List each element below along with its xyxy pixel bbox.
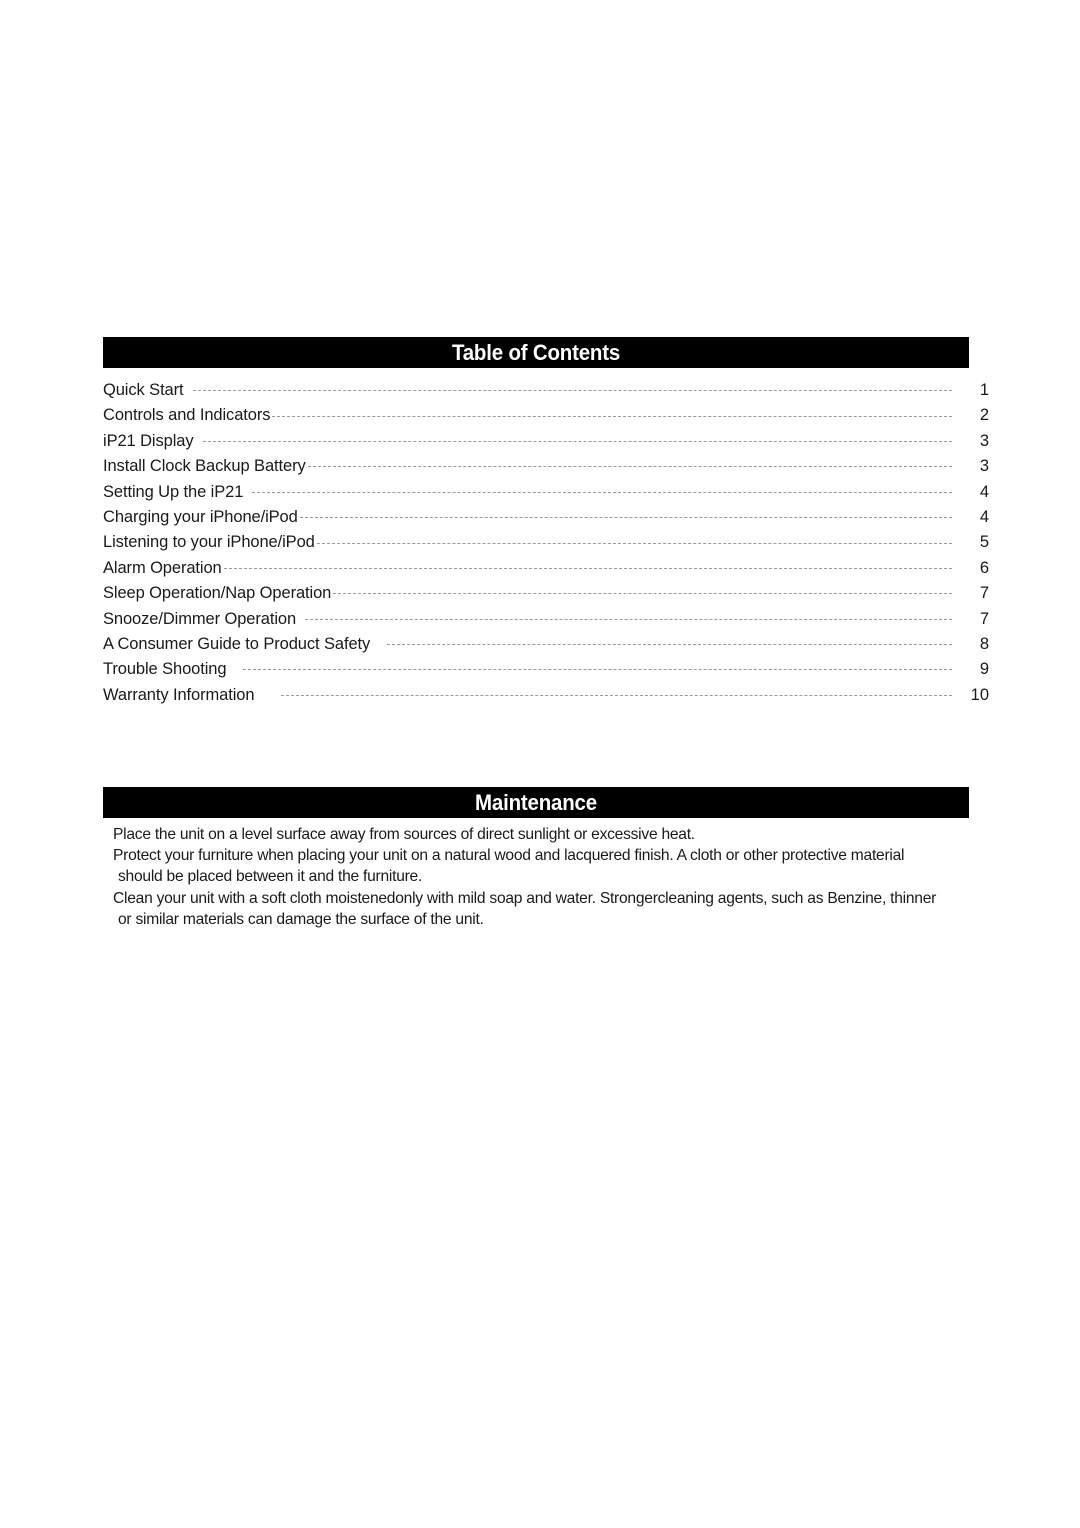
toc-entry-label: iP21 Display: [103, 431, 194, 450]
toc-leader-dots: [202, 440, 952, 442]
toc-leader-dots: [281, 694, 952, 696]
table-of-contents-heading: Table of Contents: [451, 340, 621, 365]
maintenance-paragraph-line: Protect your furniture when placing your…: [113, 847, 905, 865]
toc-leader-dots: [192, 390, 952, 392]
toc-entry-warranty-information[interactable]: Warranty Information 10: [103, 683, 989, 708]
toc-entry-label: Listening to your iPhone/iPod: [103, 533, 315, 552]
maintenance-paragraph: Protect your furniture when placing your…: [113, 845, 998, 887]
toc-entry-label: Controls and Indicators: [103, 406, 271, 425]
toc-entry-install-clock-backup-battery[interactable]: Install Clock Backup Battery 3: [103, 454, 989, 479]
toc-leader-dots: [223, 567, 952, 569]
toc-entry-page-number: 8: [979, 634, 989, 653]
table-of-contents-header-bar: Table of Contents: [103, 337, 969, 368]
maintenance-paragraph: Clean your unit with a soft cloth moiste…: [113, 888, 998, 930]
toc-entry-trouble-shooting[interactable]: Trouble Shooting 9: [103, 657, 989, 682]
toc-entry-page-number: 1: [979, 381, 989, 399]
toc-leader-dots: [333, 593, 952, 595]
toc-leader-dots: [243, 669, 952, 671]
maintenance-heading: Maintenance: [475, 790, 597, 815]
toc-leader-dots: [316, 542, 952, 544]
maintenance-body: Place the unit on a level surface away f…: [113, 824, 998, 930]
toc-leader-dots: [252, 491, 952, 493]
toc-entry-label: A Consumer Guide to Product Safety: [103, 634, 371, 653]
toc-leader-dots: [299, 517, 952, 519]
maintenance-paragraph-line: Clean your unit with a soft cloth moiste…: [113, 889, 937, 907]
maintenance-header-bar: Maintenance: [103, 787, 969, 818]
maintenance-paragraph-line: Place the unit on a level surface away f…: [113, 826, 695, 843]
toc-entry-page-number: 7: [979, 584, 989, 603]
toc-entry-controls-and-indicators[interactable]: Controls and Indicators 2: [103, 403, 989, 428]
toc-entry-page-number: 10: [970, 685, 989, 704]
toc-entry-listening-to-your-iphone-ipod[interactable]: Listening to your iPhone/iPod 5: [103, 530, 989, 555]
toc-entry-alarm-operation[interactable]: Alarm Operation 6: [103, 556, 989, 581]
toc-entry-page-number: 2: [979, 406, 989, 425]
toc-entry-label: Trouble Shooting: [103, 660, 227, 679]
toc-entry-page-number: 3: [979, 457, 989, 476]
table-of-contents-list: Quick Start 1 Controls and Indicators 2 …: [103, 378, 989, 708]
toc-entry-label: Install Clock Backup Battery: [103, 457, 306, 476]
toc-entry-label: Sleep Operation/Nap Operation: [103, 584, 332, 603]
toc-entry-setting-up-the-ip21[interactable]: Setting Up the iP21 4: [103, 480, 989, 505]
toc-entry-label: Snooze/Dimmer Operation: [103, 609, 297, 628]
toc-leader-dots: [387, 644, 952, 646]
toc-entry-sleep-operation-nap-operation[interactable]: Sleep Operation/Nap Operation 7: [103, 581, 989, 606]
toc-entry-quick-start[interactable]: Quick Start 1: [103, 378, 989, 403]
toc-leader-dots: [272, 415, 952, 417]
toc-entry-label: Warranty Information: [103, 685, 255, 704]
maintenance-paragraph: Place the unit on a level surface away f…: [113, 824, 998, 845]
toc-entry-page-number: 5: [979, 533, 989, 552]
toc-entry-label: Alarm Operation: [103, 558, 222, 577]
toc-entry-ip21-display[interactable]: iP21 Display 3: [103, 429, 989, 454]
toc-entry-page-number: 7: [979, 609, 989, 628]
toc-entry-label: Setting Up the iP21: [103, 482, 244, 501]
toc-entry-label: Charging your iPhone/iPod: [103, 507, 298, 526]
maintenance-paragraph-line: should be placed between it and the furn…: [118, 868, 423, 886]
toc-entry-page-number: 4: [979, 507, 989, 526]
toc-leader-dots: [307, 466, 952, 468]
toc-entry-page-number: 9: [979, 660, 989, 679]
toc-entry-a-consumer-guide-to-product-safety[interactable]: A Consumer Guide to Product Safety 8: [103, 632, 989, 657]
toc-entry-charging-your-iphone-ipod[interactable]: Charging your iPhone/iPod 4: [103, 505, 989, 530]
toc-entry-snooze-dimmer-operation[interactable]: Snooze/Dimmer Operation 7: [103, 607, 989, 632]
toc-entry-label: Quick Start: [103, 381, 184, 399]
toc-entry-page-number: 4: [979, 482, 989, 501]
toc-entry-page-number: 3: [979, 431, 989, 450]
document-page: Table of Contents Quick Start 1 Controls…: [0, 0, 1080, 1528]
toc-leader-dots: [305, 618, 952, 620]
toc-entry-page-number: 6: [979, 558, 989, 577]
maintenance-paragraph-line: or similar materials can damage the surf…: [118, 910, 484, 928]
